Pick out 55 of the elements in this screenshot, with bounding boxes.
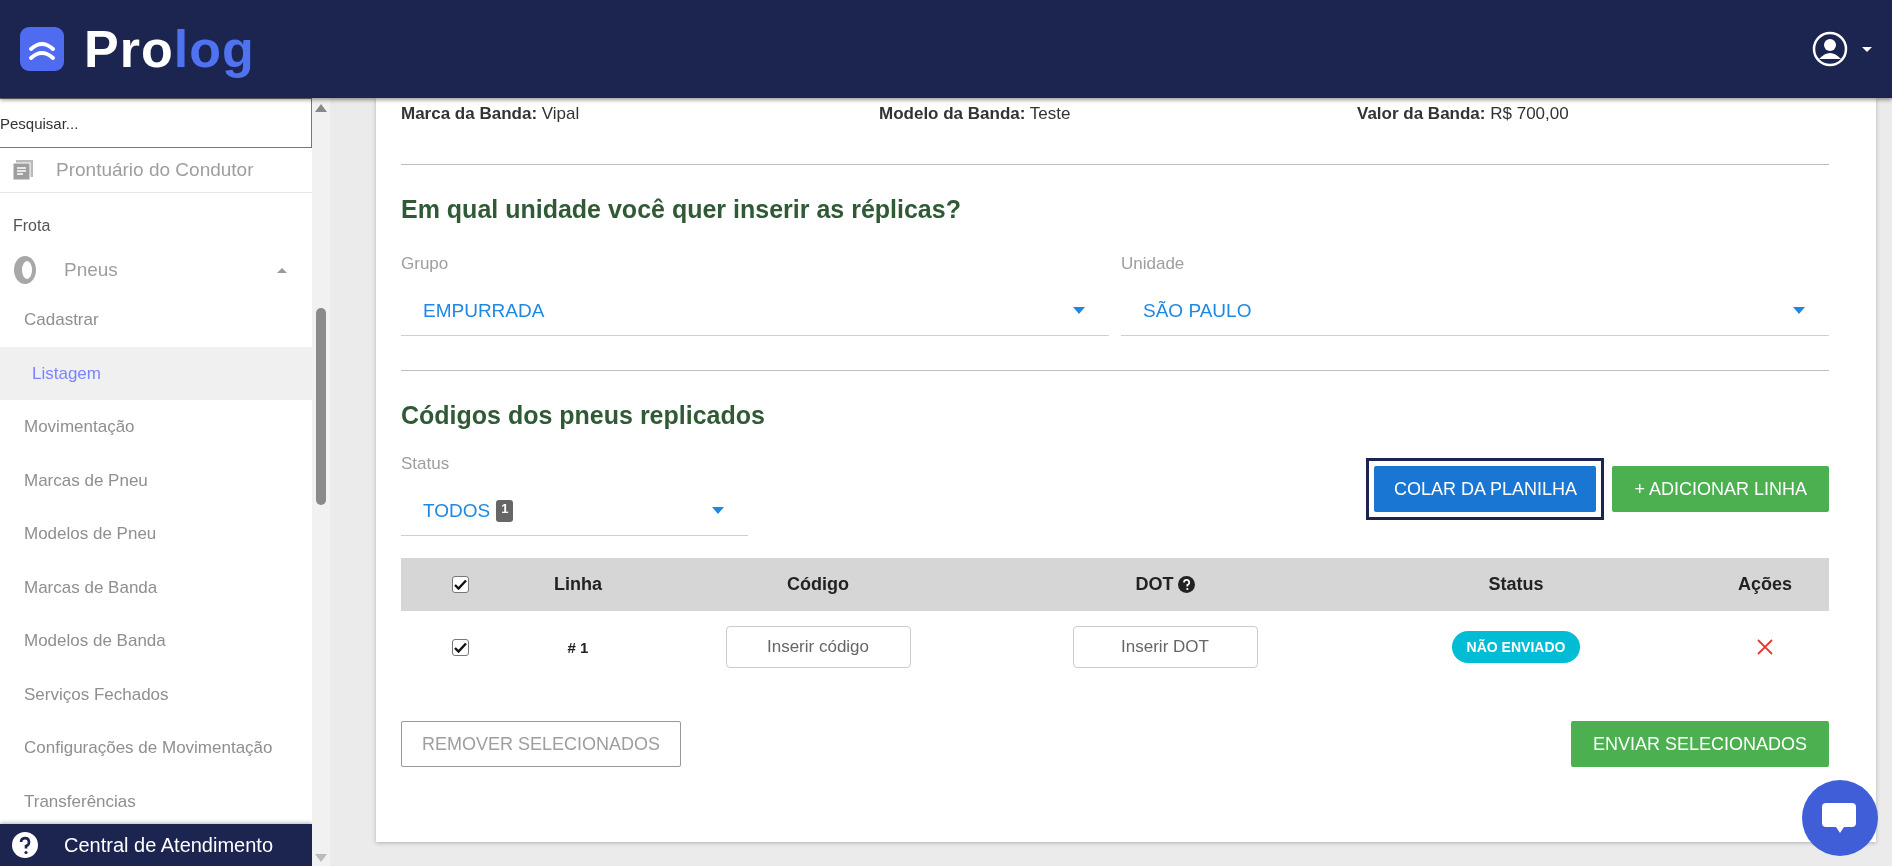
column-header: Código <box>787 574 849 595</box>
caret-icon <box>712 507 724 514</box>
action-button[interactable]: COLAR DA PLANILHA <box>1366 458 1605 520</box>
field-label: Status <box>401 454 451 474</box>
submenu-item[interactable]: Serviços Fechados <box>0 667 312 721</box>
scroll-up-icon[interactable] <box>315 104 327 112</box>
submenu-item[interactable]: Listagem <box>0 346 312 400</box>
help-icon[interactable] <box>1177 576 1195 593</box>
info-text: Valor da Banda: R$ 700,00 <box>1357 104 1570 125</box>
field-label: Grupo <box>401 254 450 274</box>
user-icon[interactable] <box>1812 31 1848 67</box>
column-header: DOT <box>1135 574 1174 595</box>
tire-icon <box>12 255 38 285</box>
submenu-item[interactable]: Cadastrar <box>0 293 312 347</box>
caret-icon[interactable] <box>1862 46 1872 52</box>
logo-icon <box>20 27 64 71</box>
status-badge: NÃO ENVIADO <box>1451 631 1581 663</box>
column-header: Status <box>1488 574 1544 595</box>
checkbox[interactable] <box>451 638 469 656</box>
section-title: Códigos dos pneus replicados <box>401 401 766 430</box>
checkbox[interactable] <box>451 576 469 593</box>
caret-icon <box>1073 307 1085 314</box>
info-text: Marca da Banda: Vipal <box>401 104 581 125</box>
submenu-item[interactable]: Movimentação <box>0 400 312 454</box>
submenu-item[interactable]: Configurações de Movimentação <box>0 721 312 775</box>
scrollbar[interactable] <box>312 98 330 866</box>
submenu-item[interactable]: Marcas de Banda <box>0 560 312 614</box>
help-icon <box>12 832 38 858</box>
info-text: Modelo da Banda: Teste <box>879 104 1072 125</box>
section-label: Frota <box>12 216 52 236</box>
code-field[interactable]: Inserir código <box>725 626 911 668</box>
search-field[interactable]: Pesquisar... <box>0 98 312 148</box>
submenu-item[interactable]: Modelos de Pneu <box>0 507 312 561</box>
dropdown[interactable]: EMPURRADA <box>401 286 1109 336</box>
count-badge: 1 <box>496 499 514 522</box>
section-title: Em qual unidade você quer inserir as réplicas? <box>401 195 962 224</box>
delete-icon[interactable] <box>1757 639 1773 655</box>
column-header: Linha <box>554 574 602 595</box>
scrollbar-thumb[interactable] <box>316 308 326 505</box>
dot-field[interactable]: Inserir DOT <box>1072 626 1258 668</box>
caret-icon <box>277 267 287 273</box>
menu-item[interactable]: Prontuário do Condutor <box>56 159 254 181</box>
column-header: Ações <box>1738 574 1792 595</box>
submenu-item[interactable]: Marcas de Pneu <box>0 453 312 507</box>
submenu-item[interactable]: Modelos de Banda <box>0 614 312 668</box>
dropdown[interactable]: SÃO PAULO <box>1121 286 1829 336</box>
help-center-button[interactable]: Central de Atendimento <box>0 824 312 866</box>
logo-text: Pro <box>84 19 174 79</box>
dropdown[interactable]: TODOS 1 <box>401 486 748 536</box>
caret-icon <box>1793 307 1805 314</box>
logo-text: log <box>173 19 255 79</box>
menu-group[interactable]: Pneus <box>0 247 312 293</box>
document-icon <box>12 159 34 181</box>
line-number: # 1 <box>567 638 589 656</box>
field-label: Unidade <box>1121 254 1186 274</box>
